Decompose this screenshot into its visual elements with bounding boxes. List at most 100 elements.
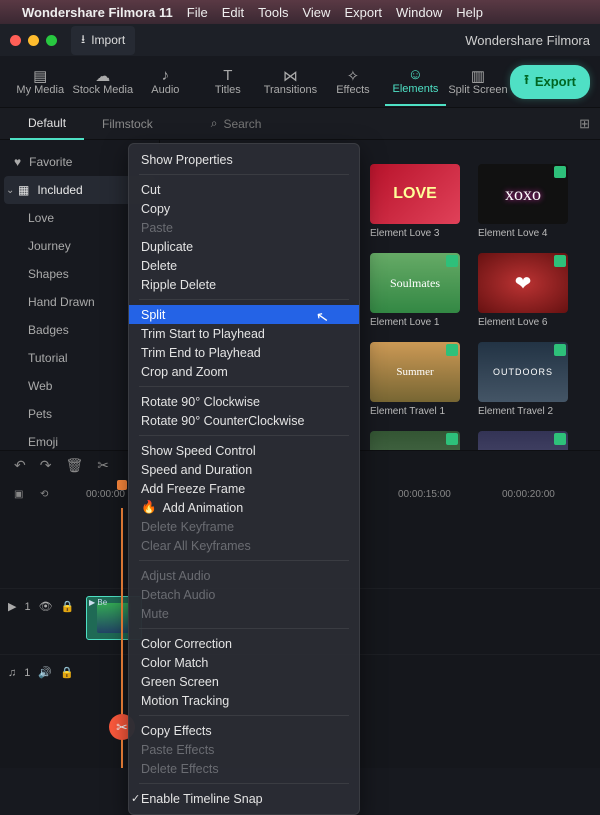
ctx-rotate-ccw[interactable]: Rotate 90° CounterClockwise bbox=[129, 411, 359, 430]
export-button[interactable]: ⭱ Export bbox=[510, 65, 590, 99]
video-track-icon: ▶ bbox=[8, 600, 16, 613]
thumb-label: Element Love 4 bbox=[478, 228, 568, 239]
tab-transitions[interactable]: ⋈Transitions bbox=[260, 58, 321, 106]
lock-icon[interactable]: 🔒 bbox=[60, 666, 74, 679]
ctx-detach-audio: Detach Audio bbox=[129, 585, 359, 604]
ctx-crop-zoom[interactable]: Crop and Zoom bbox=[129, 362, 359, 381]
tab-audio[interactable]: ♪Audio bbox=[135, 58, 196, 106]
element-thumb[interactable]: Element Travel 2 bbox=[478, 342, 568, 417]
menu-separator bbox=[139, 435, 349, 436]
trash-icon[interactable]: 🗑 bbox=[65, 457, 83, 474]
tab-effects[interactable]: ✧Effects bbox=[323, 58, 384, 106]
ctx-clear-keyframes: Clear All Keyframes bbox=[129, 536, 359, 555]
import-button[interactable]: ⭳ Import bbox=[71, 26, 135, 55]
grid-view-icon[interactable]: ⊞ bbox=[579, 116, 590, 132]
ctx-trim-start[interactable]: Trim Start to Playhead bbox=[129, 324, 359, 343]
thumb-label: Element Love 6 bbox=[478, 317, 568, 328]
mac-menu-tools[interactable]: Tools bbox=[258, 5, 288, 20]
element-thumb[interactable]: Element Love 6 bbox=[478, 253, 568, 328]
window-titlebar: ⭳ Import Wondershare Filmora bbox=[0, 24, 600, 56]
subtab-default[interactable]: Default bbox=[10, 108, 84, 140]
mac-menu-window[interactable]: Window bbox=[396, 5, 442, 20]
scissors-icon[interactable]: ✂ bbox=[97, 457, 109, 474]
ctx-delete[interactable]: Delete bbox=[129, 256, 359, 275]
ctx-delete-effects: Delete Effects bbox=[129, 759, 359, 778]
thumb-image bbox=[370, 253, 460, 313]
menu-separator bbox=[139, 783, 349, 784]
ctx-add-animation[interactable]: 🔥Add Animation bbox=[129, 498, 359, 517]
minimize-icon[interactable] bbox=[28, 35, 39, 46]
tab-elements[interactable]: ☺Elements bbox=[385, 58, 446, 106]
mac-menu-help[interactable]: Help bbox=[456, 5, 483, 20]
search-input[interactable] bbox=[223, 117, 343, 131]
subtab-filmstock[interactable]: Filmstock bbox=[84, 108, 171, 140]
thumb-image bbox=[370, 342, 460, 402]
ctx-duplicate[interactable]: Duplicate bbox=[129, 237, 359, 256]
menu-separator bbox=[139, 299, 349, 300]
search-field[interactable]: ⌕ bbox=[211, 116, 344, 131]
element-thumb[interactable] bbox=[370, 431, 460, 450]
mac-menu-edit[interactable]: Edit bbox=[222, 5, 244, 20]
ctx-ripple-delete[interactable]: Ripple Delete bbox=[129, 275, 359, 294]
undo-icon[interactable]: ↶ bbox=[14, 457, 26, 474]
download-icon[interactable] bbox=[554, 344, 566, 356]
ctx-trim-end[interactable]: Trim End to Playhead bbox=[129, 343, 359, 362]
download-icon[interactable] bbox=[554, 255, 566, 267]
ctx-enable-snap[interactable]: ✓Enable Timeline Snap bbox=[129, 789, 359, 808]
search-icon: ⌕ bbox=[211, 116, 218, 131]
mac-menu-file[interactable]: File bbox=[187, 5, 208, 20]
lock-icon[interactable]: 🔒 bbox=[61, 600, 75, 613]
element-thumb[interactable] bbox=[478, 431, 568, 450]
close-icon[interactable] bbox=[10, 35, 21, 46]
mac-menu-export[interactable]: Export bbox=[344, 5, 382, 20]
ctx-color-match[interactable]: Color Match bbox=[129, 653, 359, 672]
media-icon: ▤ bbox=[30, 68, 50, 84]
titles-icon: T bbox=[218, 68, 238, 84]
ctx-motion-tracking[interactable]: Motion Tracking bbox=[129, 691, 359, 710]
transitions-icon: ⋈ bbox=[280, 68, 300, 84]
stock-icon: ☁ bbox=[93, 68, 113, 84]
element-thumb[interactable]: Element Love 3 bbox=[370, 164, 460, 239]
ctx-color-correction[interactable]: Color Correction bbox=[129, 634, 359, 653]
ctx-speed-duration[interactable]: Speed and Duration bbox=[129, 460, 359, 479]
element-thumb[interactable]: Element Travel 1 bbox=[370, 342, 460, 417]
ctx-rotate-cw[interactable]: Rotate 90° Clockwise bbox=[129, 392, 359, 411]
download-icon[interactable] bbox=[446, 433, 458, 445]
heart-icon: ♥ bbox=[14, 155, 21, 169]
thumb-image bbox=[370, 431, 460, 450]
tab-split-screen[interactable]: ▥Split Screen bbox=[448, 58, 509, 106]
playhead-icon[interactable] bbox=[117, 480, 127, 490]
ctx-cut[interactable]: Cut bbox=[129, 180, 359, 199]
download-icon[interactable] bbox=[554, 433, 566, 445]
element-thumb[interactable]: Element Love 1 bbox=[370, 253, 460, 328]
download-icon[interactable] bbox=[446, 344, 458, 356]
export-icon: ⭱ bbox=[524, 71, 529, 93]
maximize-icon[interactable] bbox=[46, 35, 57, 46]
audio-icon: ♪ bbox=[155, 68, 175, 84]
ctx-copy-effects[interactable]: Copy Effects bbox=[129, 721, 359, 740]
ctx-adjust-audio: Adjust Audio bbox=[129, 566, 359, 585]
sub-toolbar: Default Filmstock ⌕ ⊞ bbox=[0, 108, 600, 140]
mac-app-name[interactable]: Wondershare Filmora 11 bbox=[22, 5, 173, 20]
export-label: Export bbox=[535, 74, 576, 89]
ctx-speed-control[interactable]: Show Speed Control bbox=[129, 441, 359, 460]
marker-icon[interactable]: ▣ bbox=[14, 489, 23, 500]
check-icon: ✓ bbox=[131, 792, 140, 805]
ctx-copy[interactable]: Copy bbox=[129, 199, 359, 218]
speaker-icon[interactable]: 🔊 bbox=[38, 666, 52, 679]
ctx-green-screen[interactable]: Green Screen bbox=[129, 672, 359, 691]
download-icon[interactable] bbox=[554, 166, 566, 178]
element-thumb[interactable]: Element Love 4 bbox=[478, 164, 568, 239]
ctx-show-properties[interactable]: Show Properties bbox=[129, 150, 359, 169]
thumb-image bbox=[478, 342, 568, 402]
link-icon[interactable]: ⟲ bbox=[40, 489, 48, 500]
redo-icon[interactable]: ↷ bbox=[40, 457, 52, 474]
download-icon[interactable] bbox=[446, 255, 458, 267]
ctx-freeze-frame[interactable]: Add Freeze Frame bbox=[129, 479, 359, 498]
tab-stock-media[interactable]: ☁Stock Media bbox=[73, 58, 134, 106]
track-header: ▶1👁🔒 bbox=[8, 600, 78, 613]
tab-my-media[interactable]: ▤My Media bbox=[10, 58, 71, 106]
tab-titles[interactable]: TTitles bbox=[198, 58, 259, 106]
mac-menu-view[interactable]: View bbox=[302, 5, 330, 20]
eye-icon[interactable]: 👁 bbox=[39, 600, 53, 613]
